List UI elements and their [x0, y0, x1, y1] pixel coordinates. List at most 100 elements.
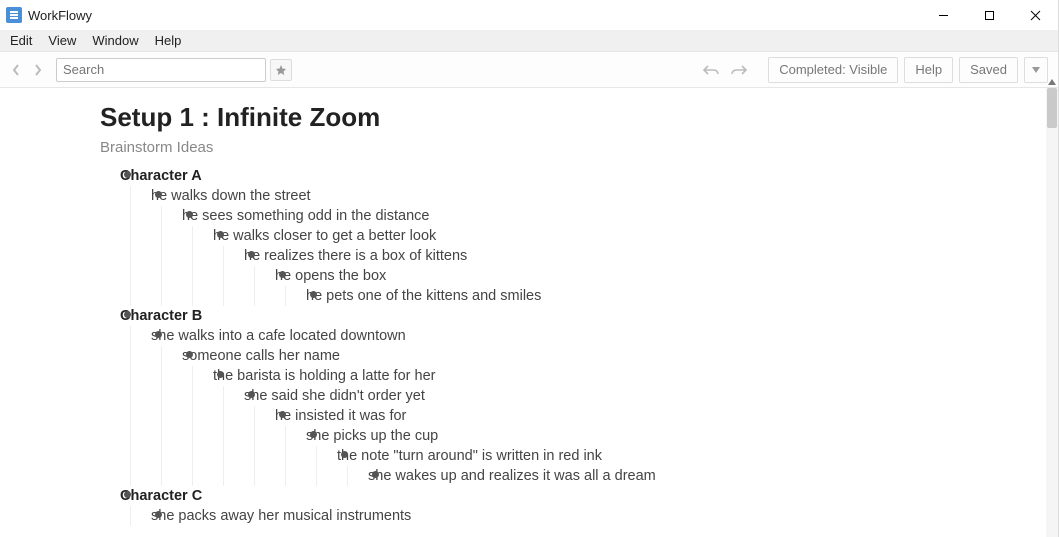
- scroll-up-icon[interactable]: [1046, 76, 1058, 88]
- toolbar: Completed: Visible Help Saved: [0, 52, 1058, 88]
- outline-node[interactable]: Character Ahe walks down the streethe se…: [100, 166, 1046, 306]
- title-bar: WorkFlowy: [0, 0, 1058, 30]
- close-button[interactable]: [1012, 0, 1058, 30]
- nav-back-button[interactable]: [6, 58, 26, 82]
- outline-children: he opens the boxhe pets one of the kitte…: [254, 266, 1046, 306]
- outline-text[interactable]: he realizes there is a box of kittens: [244, 246, 1046, 266]
- outline-children: he walks down the streethe sees somethin…: [130, 186, 1046, 306]
- outline-node[interactable]: he pets one of the kittens and smiles: [286, 286, 1046, 306]
- outline-children: she wakes up and realizes it was all a d…: [347, 466, 1046, 486]
- outline-node[interactable]: he opens the boxhe pets one of the kitte…: [255, 266, 1046, 306]
- help-button[interactable]: Help: [904, 57, 953, 83]
- outline-children: she said she didn't order yethe insisted…: [223, 386, 1046, 486]
- bullet-icon[interactable]: [310, 431, 317, 438]
- content-area: Setup 1 : Infinite Zoom Brainstorm Ideas…: [0, 88, 1046, 537]
- bullet-icon[interactable]: [248, 391, 255, 398]
- outline-text[interactable]: he pets one of the kittens and smiles: [306, 286, 1046, 306]
- bullet-icon[interactable]: [372, 471, 379, 478]
- outline-node[interactable]: she wakes up and realizes it was all a d…: [348, 466, 1046, 486]
- outline-node[interactable]: the note "turn around" is written in red…: [317, 446, 1046, 486]
- outline-text[interactable]: she walks into a cafe located downtown: [151, 326, 1046, 346]
- redo-button[interactable]: [728, 59, 750, 81]
- outline-children: he realizes there is a box of kittenshe …: [223, 246, 1046, 306]
- app-window: WorkFlowy Edit View Window Help: [0, 0, 1059, 537]
- outline-children: she picks up the cupthe note "turn aroun…: [285, 426, 1046, 486]
- saved-button[interactable]: Saved: [959, 57, 1018, 83]
- outline-text[interactable]: the note "turn around" is written in red…: [337, 446, 1046, 466]
- outline-children: he insisted it was forshe picks up the c…: [254, 406, 1046, 486]
- outline-children: he sees something odd in the distancehe …: [161, 206, 1046, 306]
- page-subtitle[interactable]: Brainstorm Ideas: [100, 139, 1046, 156]
- bullet-icon[interactable]: [124, 311, 131, 318]
- bullet-icon[interactable]: [155, 331, 162, 338]
- outline-node[interactable]: she picks up the cupthe note "turn aroun…: [286, 426, 1046, 486]
- bullet-icon[interactable]: [217, 231, 224, 238]
- app-icon: [6, 7, 22, 23]
- outline-text[interactable]: Character C: [120, 486, 1046, 506]
- star-button[interactable]: [270, 59, 292, 81]
- menu-window[interactable]: Window: [84, 31, 146, 50]
- menu-help[interactable]: Help: [147, 31, 190, 50]
- outline-text[interactable]: he walks down the street: [151, 186, 1046, 206]
- page-title[interactable]: Setup 1 : Infinite Zoom: [100, 102, 1046, 133]
- outline-text[interactable]: Character B: [120, 306, 1046, 326]
- completed-visibility-button[interactable]: Completed: Visible: [768, 57, 898, 83]
- window-controls: [920, 0, 1058, 30]
- scrollbar-thumb[interactable]: [1047, 88, 1057, 128]
- outline-children: someone calls her namethe barista is hol…: [161, 346, 1046, 486]
- nav-forward-button[interactable]: [28, 58, 48, 82]
- outline-node[interactable]: he realizes there is a box of kittenshe …: [224, 246, 1046, 306]
- outline-node[interactable]: she packs away her musical instruments: [131, 506, 1046, 526]
- bullet-icon[interactable]: [248, 251, 255, 258]
- bullet-icon[interactable]: [279, 411, 286, 418]
- outline-children: the note "turn around" is written in red…: [316, 446, 1046, 486]
- bullet-icon[interactable]: [186, 211, 193, 218]
- menu-dropdown-button[interactable]: [1024, 57, 1048, 83]
- outline-text[interactable]: someone calls her name: [182, 346, 1046, 366]
- outline-children: the barista is holding a latte for hersh…: [192, 366, 1046, 486]
- outline-text[interactable]: he walks closer to get a better look: [213, 226, 1046, 246]
- outline-node[interactable]: she said she didn't order yethe insisted…: [224, 386, 1046, 486]
- outline-text[interactable]: he opens the box: [275, 266, 1046, 286]
- search-input[interactable]: [56, 58, 266, 82]
- outline-children: she walks into a cafe located downtownso…: [130, 326, 1046, 486]
- outline-children: he walks closer to get a better lookhe r…: [192, 226, 1046, 306]
- menu-bar: Edit View Window Help: [0, 30, 1058, 52]
- outline-node[interactable]: he walks closer to get a better lookhe r…: [193, 226, 1046, 306]
- minimize-button[interactable]: [920, 0, 966, 30]
- bullet-icon[interactable]: [279, 271, 286, 278]
- outline-node[interactable]: he sees something odd in the distancehe …: [162, 206, 1046, 306]
- outline-text[interactable]: she packs away her musical instruments: [151, 506, 1046, 526]
- outline-text[interactable]: the barista is holding a latte for her: [213, 366, 1046, 386]
- menu-edit[interactable]: Edit: [2, 31, 40, 50]
- menu-view[interactable]: View: [40, 31, 84, 50]
- bullet-icon[interactable]: [186, 351, 193, 358]
- bullet-icon[interactable]: [217, 371, 224, 378]
- outline-node[interactable]: Character Cshe packs away her musical in…: [100, 486, 1046, 526]
- bullet-icon[interactable]: [155, 511, 162, 518]
- maximize-button[interactable]: [966, 0, 1012, 30]
- outline-children: she packs away her musical instruments: [130, 506, 1046, 526]
- outline-text[interactable]: Character A: [120, 166, 1046, 186]
- outline-children: he pets one of the kittens and smiles: [285, 286, 1046, 306]
- outline-node[interactable]: he insisted it was forshe picks up the c…: [255, 406, 1046, 486]
- outline-root: Character Ahe walks down the streethe se…: [100, 166, 1046, 526]
- outline-node[interactable]: she walks into a cafe located downtownso…: [131, 326, 1046, 486]
- outline-text[interactable]: she wakes up and realizes it was all a d…: [368, 466, 1046, 486]
- outline-node[interactable]: the barista is holding a latte for hersh…: [193, 366, 1046, 486]
- app-title: WorkFlowy: [28, 8, 92, 23]
- outline-text[interactable]: he sees something odd in the distance: [182, 206, 1046, 226]
- undo-button[interactable]: [700, 59, 722, 81]
- outline-text[interactable]: she picks up the cup: [306, 426, 1046, 446]
- bullet-icon[interactable]: [341, 451, 348, 458]
- bullet-icon[interactable]: [155, 191, 162, 198]
- outline-text[interactable]: he insisted it was for: [275, 406, 1046, 426]
- outline-node[interactable]: Character Bshe walks into a cafe located…: [100, 306, 1046, 486]
- bullet-icon[interactable]: [124, 491, 131, 498]
- outline-node[interactable]: someone calls her namethe barista is hol…: [162, 346, 1046, 486]
- bullet-icon[interactable]: [124, 171, 131, 178]
- vertical-scrollbar[interactable]: [1046, 88, 1058, 537]
- outline-text[interactable]: she said she didn't order yet: [244, 386, 1046, 406]
- outline-node[interactable]: he walks down the streethe sees somethin…: [131, 186, 1046, 306]
- bullet-icon[interactable]: [310, 291, 317, 298]
